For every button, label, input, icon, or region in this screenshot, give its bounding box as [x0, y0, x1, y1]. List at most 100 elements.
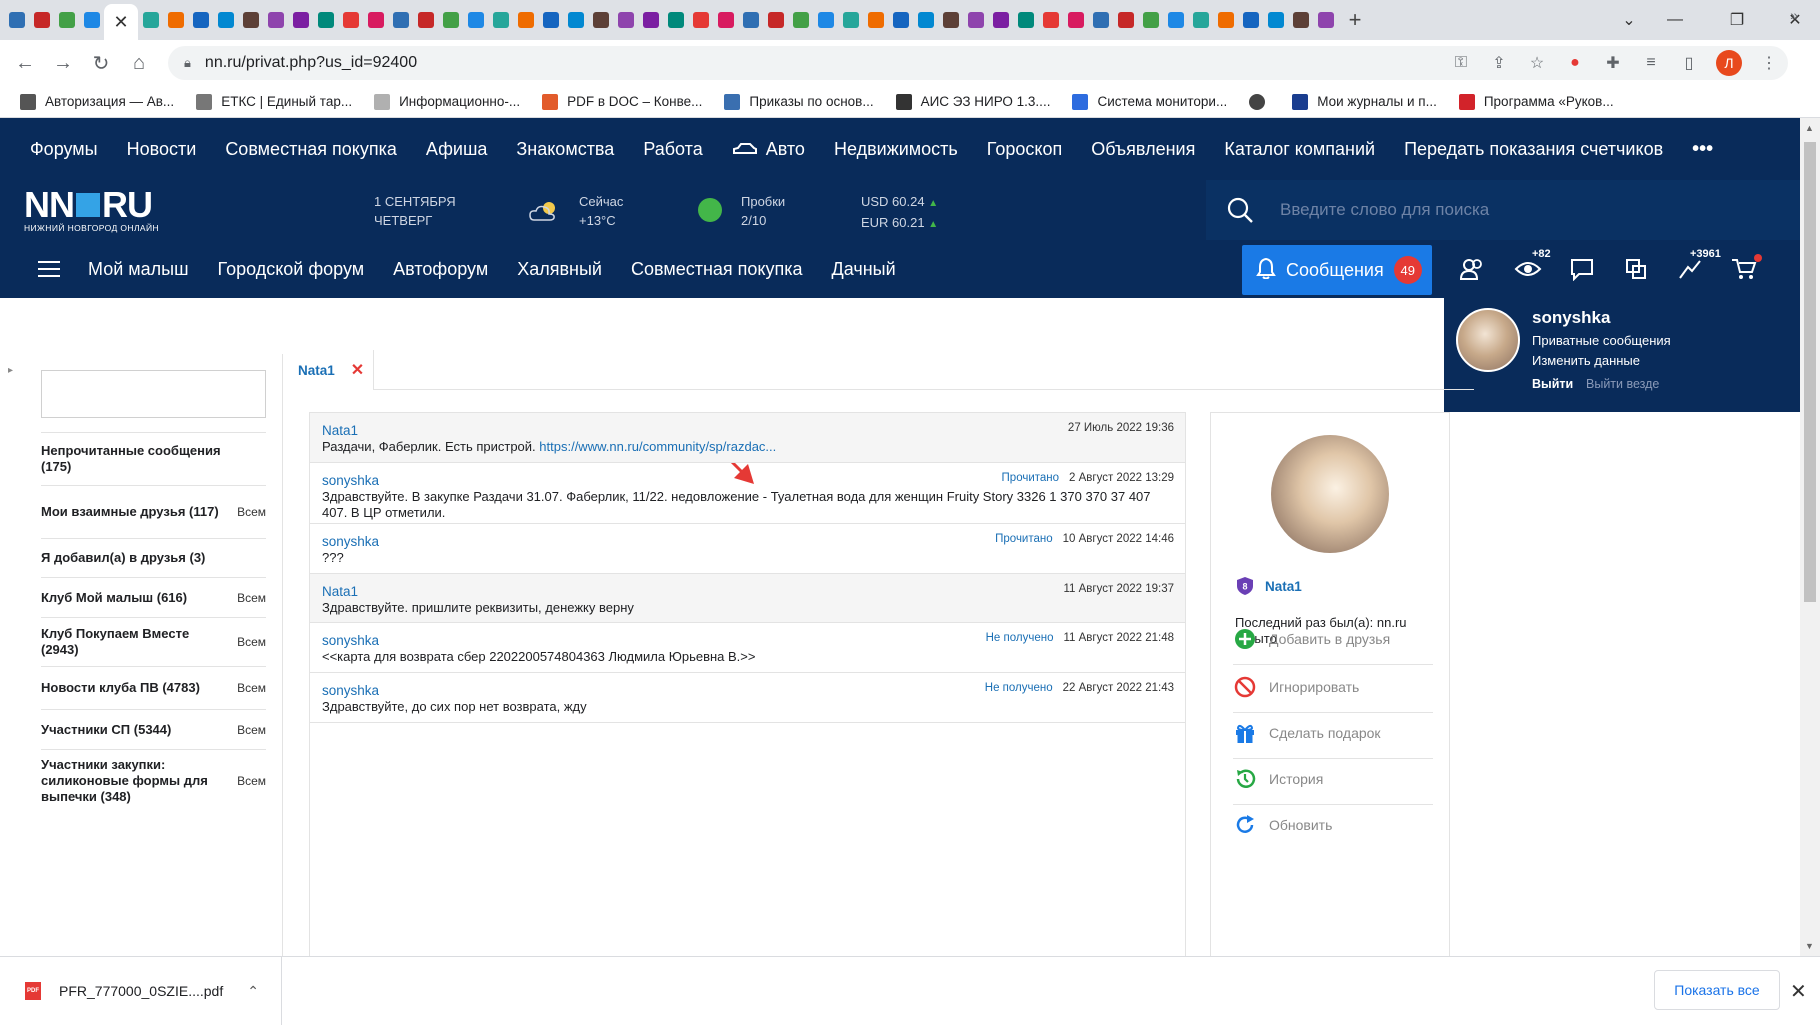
- scroll-up-arrow-icon[interactable]: ▲: [1805, 123, 1814, 133]
- top-nav-item[interactable]: Недвижимость: [834, 139, 958, 160]
- top-nav-label[interactable]: Афиша: [426, 139, 488, 160]
- address-bar[interactable]: 🔒︎ nn.ru/privat.php?us_id=92400 ⚿ ⇪ ☆ ● …: [168, 46, 1788, 80]
- sidebar-group-scope[interactable]: Всем: [237, 635, 266, 649]
- top-nav-item[interactable]: Новости: [127, 139, 197, 160]
- browser-tab[interactable]: [538, 0, 563, 40]
- browser-tab[interactable]: [838, 0, 863, 40]
- tab-conversation-nata1[interactable]: Nata1 ✕: [284, 350, 374, 390]
- bookmark-item[interactable]: Программа «Руков...: [1458, 93, 1614, 110]
- top-nav-item[interactable]: Авто: [732, 139, 805, 160]
- browser-tab[interactable]: [1213, 0, 1238, 40]
- bookmark-item[interactable]: [1249, 93, 1274, 110]
- sub-nav-item[interactable]: Халявный: [517, 259, 602, 280]
- logout-everywhere-link[interactable]: Выйти везде: [1586, 377, 1659, 391]
- close-tab-icon[interactable]: ✕: [113, 13, 128, 31]
- top-nav-label[interactable]: Авто: [766, 139, 805, 160]
- browser-tab[interactable]: [4, 0, 29, 40]
- hamburger-menu-icon[interactable]: [38, 261, 60, 277]
- profile-action-label[interactable]: Игнорировать: [1269, 679, 1359, 695]
- contact-name[interactable]: Nata1: [1265, 579, 1302, 594]
- sidebar-group-label[interactable]: Новости клуба ПВ (4783): [41, 680, 221, 696]
- browser-tab[interactable]: [388, 0, 413, 40]
- browser-tab[interactable]: [288, 0, 313, 40]
- browser-tab[interactable]: [813, 0, 838, 40]
- browser-tab[interactable]: [338, 0, 363, 40]
- browser-tab[interactable]: [1313, 0, 1338, 40]
- sidebar-group-label[interactable]: Я добавил(а) в друзья (3): [41, 550, 221, 566]
- browser-tab[interactable]: [888, 0, 913, 40]
- bookmark-item[interactable]: Информационно-...: [374, 93, 520, 110]
- views-eye-icon[interactable]: +82: [1512, 248, 1551, 284]
- new-tab-button[interactable]: +: [1338, 7, 1372, 33]
- sidebar-group-label[interactable]: Непрочитанные сообщения (175): [41, 443, 221, 475]
- browser-tab[interactable]: [763, 0, 788, 40]
- top-nav-item[interactable]: Совместная покупка: [225, 139, 397, 160]
- logout-link[interactable]: Выйти: [1532, 377, 1573, 391]
- sidebar-group-scope[interactable]: Всем: [237, 723, 266, 737]
- browser-tab[interactable]: [54, 0, 79, 40]
- browser-tab[interactable]: [663, 0, 688, 40]
- download-item[interactable]: PDF PFR_777000_0SZIE....pdf ⌃: [0, 957, 282, 1025]
- profile-action-gift[interactable]: Сделать подарок: [1233, 707, 1433, 759]
- sidebar-contact-group[interactable]: Я добавил(а) в друзья (3): [41, 538, 266, 577]
- browser-tab[interactable]: [263, 0, 288, 40]
- browser-tab[interactable]: [913, 0, 938, 40]
- browser-tab[interactable]: [938, 0, 963, 40]
- top-nav-label[interactable]: Недвижимость: [834, 139, 958, 160]
- browser-tab[interactable]: [1263, 0, 1288, 40]
- sidebar-collapse-arrow-icon[interactable]: ▸: [8, 365, 13, 376]
- sidebar-contact-group[interactable]: Участники СП (5344) Всем: [41, 709, 266, 749]
- sub-nav-item[interactable]: Совместная покупка: [631, 259, 803, 280]
- bookmark-item[interactable]: Авторизация — Ав...: [20, 93, 174, 110]
- top-nav-label[interactable]: Каталог компаний: [1224, 139, 1375, 160]
- reload-button[interactable]: ↻: [82, 44, 120, 82]
- scroll-down-arrow-icon[interactable]: ▼: [1805, 941, 1814, 951]
- top-nav-item[interactable]: Работа: [643, 139, 702, 160]
- top-nav-item[interactable]: Знакомства: [516, 139, 614, 160]
- message-author[interactable]: Nata1: [322, 423, 1174, 438]
- sidebar-contact-group[interactable]: Непрочитанные сообщения (175): [41, 432, 266, 485]
- top-nav-label[interactable]: Совместная покупка: [225, 139, 397, 160]
- sub-nav-item[interactable]: Мой малыш: [88, 259, 189, 280]
- browser-tab[interactable]: [563, 0, 588, 40]
- browser-tab[interactable]: [638, 0, 663, 40]
- browser-tab[interactable]: [488, 0, 513, 40]
- cart-icon[interactable]: [1728, 254, 1762, 284]
- chat-bubble-icon[interactable]: [1566, 254, 1598, 284]
- top-nav-item[interactable]: Объявления: [1091, 139, 1195, 160]
- browser-tab[interactable]: [613, 0, 638, 40]
- page-scrollbar[interactable]: ▲ ▼: [1800, 118, 1820, 956]
- copy-icon[interactable]: [1620, 254, 1652, 284]
- browser-tab[interactable]: [1063, 0, 1088, 40]
- scrollbar-thumb[interactable]: [1804, 142, 1816, 602]
- sidebar-group-scope[interactable]: Всем: [237, 591, 266, 605]
- browser-tab[interactable]: [988, 0, 1013, 40]
- top-nav-item[interactable]: Каталог компаний: [1224, 139, 1375, 160]
- top-nav-label[interactable]: Новости: [127, 139, 197, 160]
- browser-tab[interactable]: [738, 0, 763, 40]
- sub-nav-item[interactable]: Городской форум: [218, 259, 365, 280]
- profile-action-label[interactable]: Сделать подарок: [1269, 725, 1381, 741]
- extensions-puzzle-icon[interactable]: ✚: [1594, 53, 1632, 73]
- bookmark-item[interactable]: PDF в DOC – Конве...: [542, 93, 702, 110]
- url-text[interactable]: nn.ru/privat.php?us_id=92400: [205, 54, 417, 72]
- show-all-downloads-button[interactable]: Показать все: [1654, 970, 1780, 1010]
- top-nav-label[interactable]: Передать показания счетчиков: [1404, 139, 1663, 160]
- browser-tab[interactable]: [713, 0, 738, 40]
- bookmark-item[interactable]: Мои журналы и п...: [1292, 93, 1437, 110]
- browser-tab[interactable]: [363, 0, 388, 40]
- site-logo[interactable]: NN RU НИЖНИЙ НОВГОРОД ОНЛАЙН: [24, 184, 159, 233]
- sidebar-group-scope[interactable]: Всем: [237, 774, 266, 788]
- close-tab-icon[interactable]: ✕: [351, 360, 364, 380]
- reading-list-icon[interactable]: ≡: [1632, 54, 1670, 72]
- window-restore-button[interactable]: ❐: [1708, 0, 1766, 40]
- browser-tab[interactable]: [588, 0, 613, 40]
- browser-tab[interactable]: [213, 0, 238, 40]
- browser-tab[interactable]: [1113, 0, 1138, 40]
- top-nav-more-button[interactable]: •••: [1692, 138, 1713, 161]
- rating-graph-icon[interactable]: +3961: [1674, 248, 1723, 284]
- bookmark-item[interactable]: Приказы по основ...: [724, 93, 874, 110]
- messages-button[interactable]: Сообщения 49: [1242, 245, 1432, 295]
- forward-button[interactable]: →: [44, 44, 82, 82]
- adblock-extension-icon[interactable]: ●: [1556, 54, 1594, 72]
